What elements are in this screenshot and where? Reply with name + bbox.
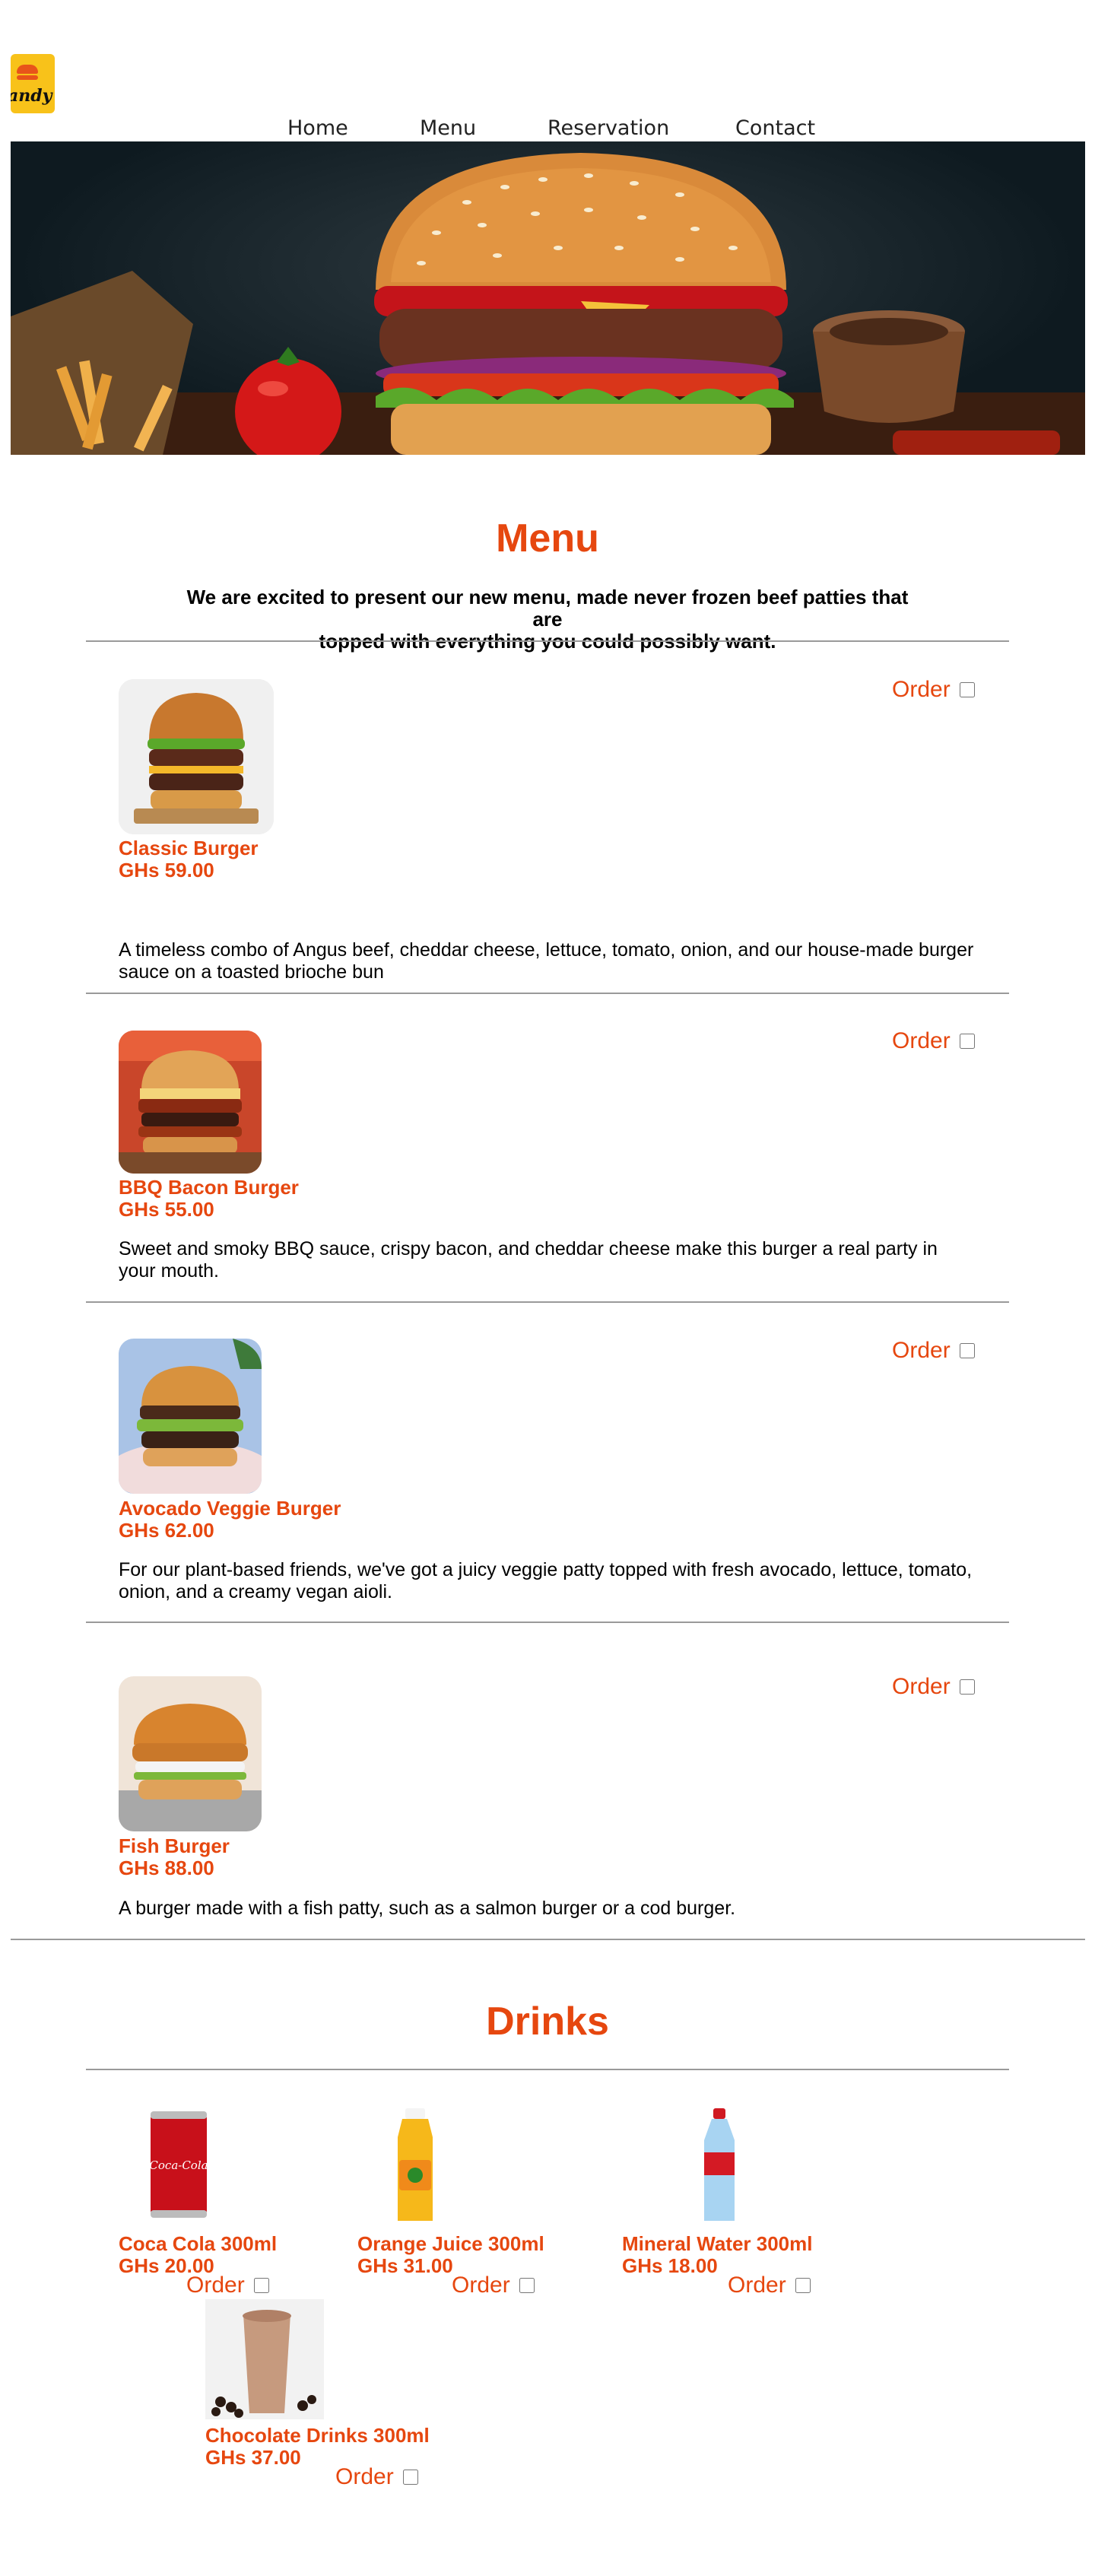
divider xyxy=(86,640,1009,642)
menu-intro-line-1: We are excited to present our new menu, … xyxy=(186,586,909,631)
drinks-title: Drinks xyxy=(486,1999,609,2044)
order-label: Order xyxy=(892,1028,951,1053)
order-orange-juice[interactable]: Order xyxy=(452,2273,535,2298)
item-name: Fish Burger xyxy=(119,1834,230,1857)
item-price: GHs 59.00 xyxy=(119,859,214,881)
logo-text: andy xyxy=(11,86,52,106)
item-description: For our plant-based friends, we've got a… xyxy=(119,1559,986,1603)
hero-image xyxy=(11,141,1085,455)
hero-burger-illustration xyxy=(11,153,1085,455)
order-bbq-bacon-burger[interactable]: Order xyxy=(892,1028,975,1054)
drink-name: Chocolate Drinks 300ml xyxy=(205,2424,430,2447)
nav-home[interactable]: Home xyxy=(287,116,348,140)
order-label: Order xyxy=(728,2273,786,2298)
nav-contact[interactable]: Contact xyxy=(735,116,815,140)
divider xyxy=(86,2069,1009,2070)
divider xyxy=(86,993,1009,994)
order-avocado-veggie-burger[interactable]: Order xyxy=(892,1338,975,1364)
item-description: Sweet and smoky BBQ sauce, crispy bacon,… xyxy=(119,1238,986,1282)
fish-burger-image xyxy=(119,1676,262,1831)
item-description-line-1: For our plant-based friends, we've got a… xyxy=(119,1559,973,1580)
order-coca-cola[interactable]: Order xyxy=(186,2273,269,2298)
item-name: Avocado Veggie Burger xyxy=(119,1497,341,1520)
section-divider xyxy=(11,1939,1085,1940)
order-label: Order xyxy=(892,677,951,702)
order-mineral-water[interactable]: Order xyxy=(728,2273,811,2298)
item-description: A timeless combo of Angus beef, cheddar … xyxy=(119,939,986,983)
drink-price: GHs 18.00 xyxy=(622,2254,718,2277)
chocolate-drink-image xyxy=(205,2299,324,2419)
divider xyxy=(86,1622,1009,1623)
item-price: GHs 62.00 xyxy=(119,1519,214,1542)
order-checkbox[interactable] xyxy=(959,1679,975,1695)
menu-title: Menu xyxy=(496,516,599,561)
drink-name: Mineral Water 300ml xyxy=(622,2232,813,2255)
order-checkbox[interactable] xyxy=(253,2278,269,2293)
burger-icon xyxy=(17,65,38,74)
mineral-water-image xyxy=(700,2107,739,2225)
order-label: Order xyxy=(186,2273,245,2298)
item-description-line-1: A burger made with a fish patty, such as… xyxy=(119,1898,736,1919)
item-description-line-1: Sweet and smoky BBQ sauce, crispy bacon,… xyxy=(119,1238,938,1259)
nav-reservation[interactable]: Reservation xyxy=(548,116,669,140)
order-classic-burger[interactable]: Order xyxy=(892,677,975,703)
order-checkbox[interactable] xyxy=(519,2278,535,2293)
order-checkbox[interactable] xyxy=(795,2278,811,2293)
order-checkbox[interactable] xyxy=(959,682,975,697)
avocado-veggie-burger-image xyxy=(119,1339,262,1494)
item-description-line-1: A timeless combo of Angus beef, cheddar … xyxy=(119,939,974,961)
menu-intro: We are excited to present our new menu, … xyxy=(175,586,920,653)
drink-price: GHs 31.00 xyxy=(357,2254,453,2277)
order-label: Order xyxy=(335,2464,394,2489)
order-label: Order xyxy=(452,2273,510,2298)
drink-price: GHs 37.00 xyxy=(205,2446,301,2469)
item-description-line-2: your mouth. xyxy=(119,1260,220,1282)
coca-cola-logo-text: Coca-Cola xyxy=(149,2158,208,2172)
divider xyxy=(86,1301,1009,1303)
order-checkbox[interactable] xyxy=(959,1034,975,1049)
item-name: Classic Burger xyxy=(119,837,259,859)
order-chocolate-drink[interactable]: Order xyxy=(335,2464,418,2490)
order-fish-burger[interactable]: Order xyxy=(892,1674,975,1700)
item-name: BBQ Bacon Burger xyxy=(119,1176,299,1199)
item-description: A burger made with a fish patty, such as… xyxy=(119,1898,986,1920)
bbq-bacon-burger-image xyxy=(119,1031,262,1174)
order-label: Order xyxy=(892,1338,951,1363)
drink-name: Orange Juice 300ml xyxy=(357,2232,544,2255)
nav-menu[interactable]: Menu xyxy=(420,116,476,140)
item-description-line-2: onion, and a creamy vegan aioli. xyxy=(119,1581,392,1602)
order-checkbox[interactable] xyxy=(402,2470,418,2485)
order-checkbox[interactable] xyxy=(959,1343,975,1358)
orange-juice-image xyxy=(392,2107,439,2225)
item-price: GHs 55.00 xyxy=(119,1198,214,1221)
order-label: Order xyxy=(892,1674,951,1699)
classic-burger-image xyxy=(119,679,274,834)
item-price: GHs 88.00 xyxy=(119,1857,214,1879)
burger-patty-shape xyxy=(17,75,38,80)
logo[interactable]: andy xyxy=(11,54,55,113)
coca-cola-image: Coca-Cola xyxy=(144,2107,213,2222)
drink-name: Coca Cola 300ml xyxy=(119,2232,278,2255)
item-description-line-2: sauce on a toasted brioche bun xyxy=(119,961,384,983)
